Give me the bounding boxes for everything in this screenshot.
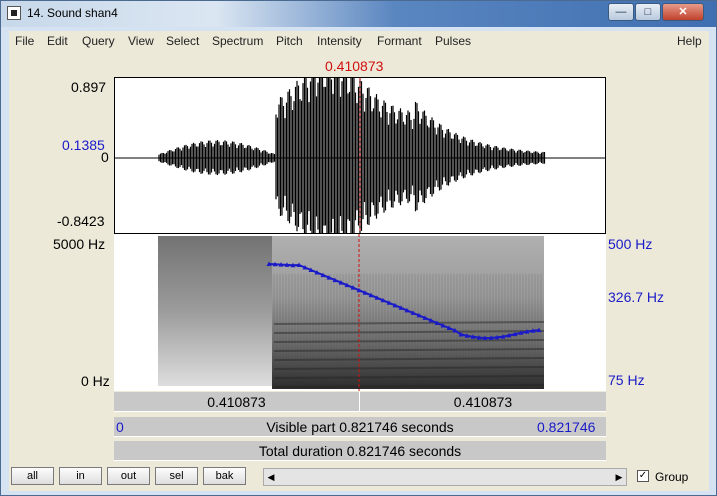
close-icon: ✕	[678, 6, 688, 18]
group-label: Group	[655, 470, 689, 484]
app-icon	[7, 6, 21, 20]
selection-left-cell[interactable]: 0.410873	[114, 392, 360, 412]
menu-pitch[interactable]: Pitch	[276, 34, 303, 48]
menu-help[interactable]: Help	[677, 34, 702, 48]
cursor-time-label: 0.410873	[325, 58, 384, 74]
menu-query[interactable]: Query	[82, 34, 115, 48]
zoom-out-button[interactable]: out	[107, 467, 150, 485]
zoom-selection-button[interactable]: sel	[155, 467, 198, 485]
menu-edit[interactable]: Edit	[47, 34, 68, 48]
window-title: 14. Sound shan4	[27, 6, 118, 20]
pitch-top-label: 500 Hz	[608, 236, 653, 252]
menu-intensity[interactable]: Intensity	[317, 34, 362, 48]
waveform-max-label: 0.897	[71, 79, 107, 95]
menu-view[interactable]: View	[128, 34, 154, 48]
spectrogram-panel[interactable]	[114, 234, 606, 391]
spectrogram-bottom-label: 0 Hz	[81, 373, 110, 389]
selection-bar: 0.410873 0.410873	[114, 392, 606, 412]
total-duration-bar[interactable]: Total duration 0.821746 seconds	[114, 441, 606, 461]
horizontal-scrollbar[interactable]: ◀ ▶	[263, 468, 627, 486]
fricative-region	[158, 236, 272, 386]
waveform-svg	[115, 78, 605, 233]
selection-right-cell[interactable]: 0.410873	[360, 392, 606, 412]
scroll-right-icon[interactable]: ▶	[613, 470, 625, 484]
menu-bar: File Edit Query View Select Spectrum Pit…	[9, 31, 709, 51]
all-button[interactable]: all	[11, 467, 54, 485]
menu-formant[interactable]: Formant	[377, 34, 422, 48]
maximize-button[interactable]: □	[635, 3, 661, 21]
visible-part-bar[interactable]: Visible part 0.821746 seconds	[114, 417, 606, 437]
minimize-button[interactable]: —	[608, 3, 634, 21]
pitch-bottom-label: 75 Hz	[608, 372, 645, 388]
pitch-mid-label: 326.7 Hz	[608, 289, 665, 305]
zoom-in-button[interactable]: in	[59, 467, 102, 485]
praat-sound-window: 14. Sound shan4 — □ ✕ File Edit Query Vi…	[0, 0, 717, 496]
menu-select[interactable]: Select	[166, 34, 199, 48]
menu-spectrum[interactable]: Spectrum	[212, 34, 263, 48]
waveform-signal	[158, 78, 546, 233]
zoom-back-button[interactable]: bak	[203, 467, 246, 485]
spectrogram-svg	[158, 234, 545, 391]
group-checkbox[interactable]: ✓	[637, 470, 649, 482]
waveform-min-label: -0.8423	[57, 213, 105, 229]
close-button[interactable]: ✕	[662, 3, 704, 21]
cursor-value-label: 0.1385	[62, 137, 105, 153]
visible-end-label: 0.821746	[537, 419, 596, 435]
visible-part-label: Visible part 0.821746 seconds	[266, 419, 454, 435]
menu-file[interactable]: File	[15, 34, 34, 48]
spectrogram-top-label: 5000 Hz	[53, 236, 106, 252]
bottom-toolbar: all in out sel bak ◀ ▶ ✓ Group	[9, 463, 709, 491]
menu-pulses[interactable]: Pulses	[435, 34, 471, 48]
title-bar[interactable]: 14. Sound shan4 — □ ✕	[1, 1, 716, 27]
visible-start-label: 0	[116, 419, 124, 435]
waveform-panel[interactable]	[114, 77, 606, 234]
minimize-icon: —	[615, 6, 627, 18]
maximize-icon: □	[644, 6, 652, 18]
waveform-zero-label: 0	[101, 149, 109, 165]
total-duration-label: Total duration 0.821746 seconds	[258, 443, 462, 459]
scroll-left-icon[interactable]: ◀	[265, 470, 277, 484]
